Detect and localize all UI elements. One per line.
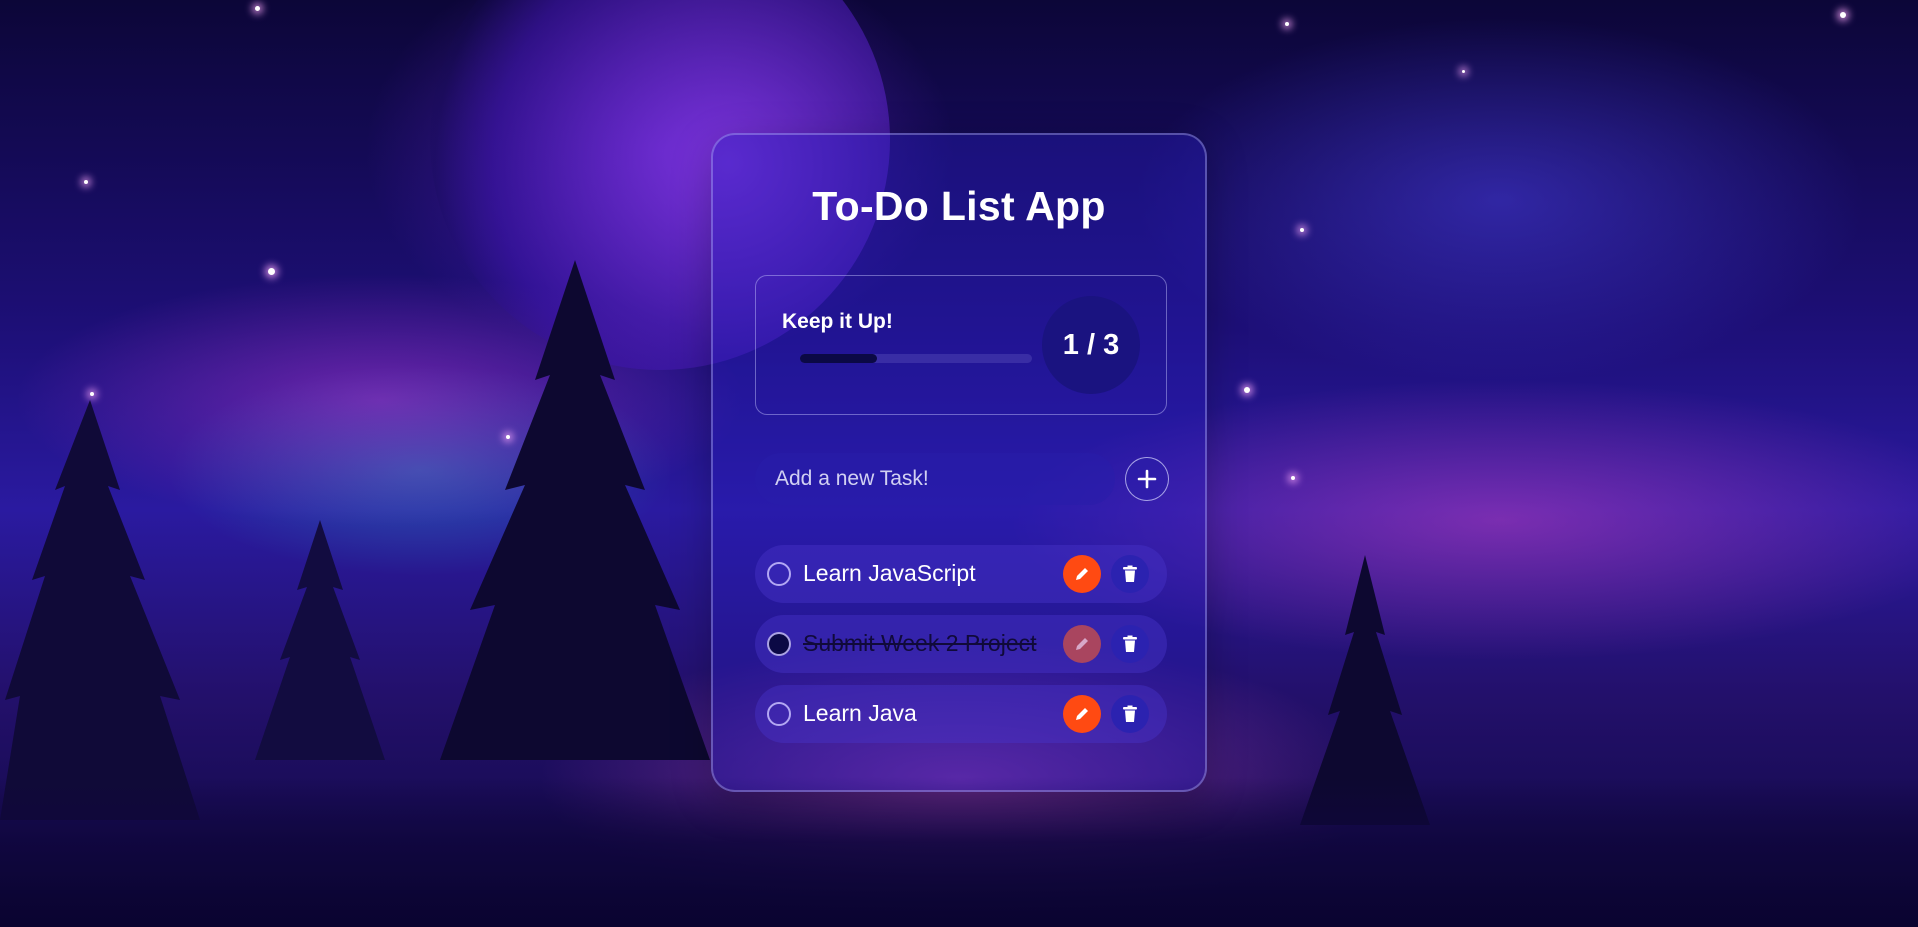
star <box>1244 387 1250 393</box>
pine-tree <box>255 520 385 760</box>
edit-task-button[interactable] <box>1063 625 1101 663</box>
progress-bar-fill <box>800 354 878 363</box>
task-checkbox[interactable] <box>767 632 791 656</box>
new-task-input[interactable] <box>755 453 1115 505</box>
star <box>255 6 260 11</box>
star <box>268 268 275 275</box>
pencil-icon <box>1076 638 1088 650</box>
ground <box>0 777 1918 927</box>
delete-task-button[interactable] <box>1111 555 1149 593</box>
star <box>84 180 88 184</box>
trash-icon <box>1123 705 1137 722</box>
app-title: To-Do List App <box>812 183 1106 229</box>
star <box>1291 476 1295 480</box>
star <box>1462 70 1465 73</box>
trash-icon <box>1123 565 1137 582</box>
pine-tree <box>440 260 710 760</box>
star <box>90 392 94 396</box>
edit-task-button[interactable] <box>1063 695 1101 733</box>
add-task-button[interactable] <box>1125 457 1169 501</box>
progress-panel: Keep it Up! 1 / 3 <box>755 275 1167 415</box>
star <box>1300 228 1304 232</box>
edit-task-button[interactable] <box>1063 555 1101 593</box>
task-item: Learn Java <box>755 685 1167 743</box>
task-text: Learn Java <box>803 700 917 726</box>
pencil-icon <box>1076 708 1088 720</box>
todo-card: To-Do List App Keep it Up! 1 / 3 Learn J… <box>711 133 1207 792</box>
task-checkbox[interactable] <box>767 562 791 586</box>
progress-bar <box>800 354 1032 363</box>
progress-count: 1 / 3 <box>1042 296 1140 394</box>
task-checkbox[interactable] <box>767 702 791 726</box>
pencil-icon <box>1076 568 1088 580</box>
pine-tree <box>0 400 200 820</box>
task-item: Submit Week 2 Project <box>755 615 1167 673</box>
task-item: Learn JavaScript <box>755 545 1167 603</box>
plus-icon <box>1137 469 1157 489</box>
delete-task-button[interactable] <box>1111 625 1149 663</box>
star <box>1840 12 1846 18</box>
delete-task-button[interactable] <box>1111 695 1149 733</box>
star <box>1285 22 1289 26</box>
task-text: Learn JavaScript <box>803 560 976 586</box>
trash-icon <box>1123 635 1137 652</box>
task-text: Submit Week 2 Project <box>803 630 1037 656</box>
progress-label: Keep it Up! <box>782 310 893 333</box>
